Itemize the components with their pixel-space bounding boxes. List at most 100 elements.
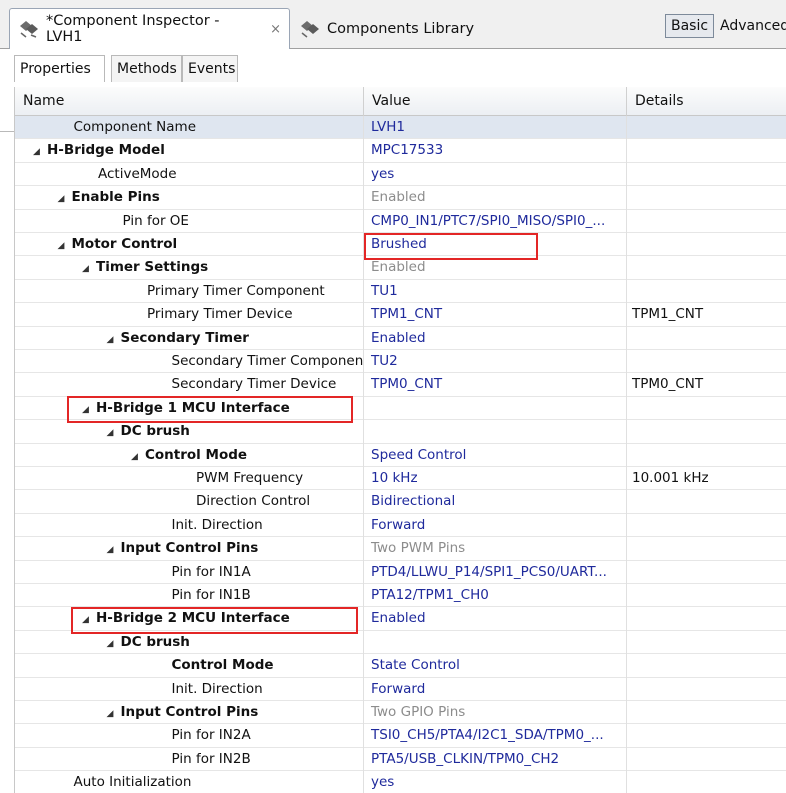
property-value-cell[interactable]: PTD4/LLWU_P14/SPI1_PCS0/UART... bbox=[364, 560, 627, 584]
property-row[interactable]: ◢ Control Mode Speed Control bbox=[15, 443, 786, 467]
property-row[interactable]: Secondary Timer Component TU2 bbox=[15, 350, 786, 374]
tab-methods[interactable]: Methods bbox=[111, 55, 182, 82]
expand-triangle-icon[interactable]: ◢ bbox=[107, 633, 121, 654]
expand-triangle-icon[interactable]: ◢ bbox=[33, 141, 47, 162]
inspector-subtabs: Properties Methods Events bbox=[0, 49, 786, 132]
property-name-label: Secondary Timer Device bbox=[171, 376, 337, 393]
property-row[interactable]: ◢ H-Bridge 1 MCU Interface bbox=[15, 396, 786, 421]
property-name-label: Direction Control bbox=[196, 493, 311, 510]
property-value-cell[interactable]: PTA5/USB_CLKIN/TPM0_CH2 bbox=[364, 747, 627, 772]
property-details-cell bbox=[627, 537, 786, 560]
property-row[interactable]: ◢ Input Control Pins Two PWM Pins bbox=[15, 537, 786, 561]
property-value-cell[interactable]: TPM0_CNT bbox=[364, 373, 627, 397]
property-name-cell: Init. Direction bbox=[15, 677, 364, 701]
expand-triangle-icon[interactable]: ◢ bbox=[58, 188, 72, 209]
property-value-cell[interactable]: TU2 bbox=[364, 350, 627, 374]
property-value-cell[interactable]: Two PWM Pins bbox=[364, 537, 627, 561]
property-row[interactable]: Pin for IN1B PTA12/TPM1_CH0 bbox=[15, 584, 786, 608]
expand-triangle-icon[interactable]: ◢ bbox=[131, 446, 145, 467]
property-row[interactable]: Pin for IN2B PTA5/USB_CLKIN/TPM0_CH2 bbox=[15, 747, 786, 772]
property-value-cell[interactable]: PTA12/TPM1_CH0 bbox=[364, 584, 627, 608]
property-value-cell[interactable]: Enabled bbox=[364, 256, 627, 280]
property-row[interactable]: Auto Initialization yes bbox=[15, 771, 786, 793]
expand-triangle-icon[interactable]: ◢ bbox=[107, 329, 121, 350]
property-details-cell bbox=[627, 678, 786, 701]
property-row[interactable]: Secondary Timer Device TPM0_CNT TPM0_CNT bbox=[15, 373, 786, 397]
expand-triangle-icon[interactable]: ◢ bbox=[58, 235, 72, 256]
property-row[interactable]: ◢ DC brush bbox=[15, 420, 786, 444]
advanced-mode-button[interactable]: Advanced bbox=[715, 14, 786, 38]
property-value-cell[interactable]: LVH1 bbox=[364, 116, 627, 140]
property-value-cell[interactable]: yes bbox=[364, 771, 627, 793]
basic-mode-button[interactable]: Basic bbox=[665, 14, 715, 38]
property-row[interactable]: Init. Direction Forward bbox=[15, 677, 786, 701]
expand-triangle-icon[interactable]: ◢ bbox=[82, 258, 96, 279]
property-row[interactable]: ◢ Secondary Timer Enabled bbox=[15, 326, 786, 350]
property-row[interactable]: ◢ Enable Pins Enabled bbox=[15, 186, 786, 210]
property-row[interactable]: Control Mode State Control bbox=[15, 654, 786, 678]
close-icon[interactable]: × bbox=[270, 22, 281, 37]
property-value-cell[interactable]: Enabled bbox=[364, 186, 627, 210]
property-row[interactable]: Pin for OE CMP0_IN1/PTC7/SPI0_MISO/SPI0_.… bbox=[15, 209, 786, 233]
property-row[interactable]: ◢ DC brush bbox=[15, 630, 786, 655]
property-value-cell[interactable]: Enabled bbox=[364, 607, 627, 631]
property-value-cell[interactable]: TSI0_CH5/PTA4/I2C1_SDA/TPM0_... bbox=[364, 724, 627, 748]
expand-triangle-icon[interactable]: ◢ bbox=[107, 539, 121, 560]
property-row[interactable]: PWM Frequency 10 kHz 10.001 kHz bbox=[15, 467, 786, 491]
column-header-value[interactable]: Value bbox=[364, 87, 627, 116]
property-details-cell bbox=[627, 631, 786, 654]
property-row[interactable]: ◢ H-Bridge Model MPC17533 bbox=[15, 139, 786, 163]
property-value-cell[interactable]: 10 kHz bbox=[364, 467, 627, 491]
tab-properties[interactable]: Properties bbox=[14, 55, 105, 82]
property-row[interactable]: Init. Direction Forward bbox=[15, 513, 786, 538]
tab-component-inspector[interactable]: *Component Inspector - LVH1 × bbox=[9, 8, 290, 49]
tab-components-library[interactable]: Components Library bbox=[291, 8, 491, 49]
property-name-label: Pin for IN2B bbox=[171, 750, 251, 767]
column-header-name[interactable]: Name bbox=[15, 87, 364, 116]
property-row[interactable]: Pin for IN2A TSI0_CH5/PTA4/I2C1_SDA/TPM0_… bbox=[15, 724, 786, 748]
property-value-cell[interactable]: Enabled bbox=[364, 326, 627, 350]
property-row[interactable]: ◢ Input Control Pins Two GPIO Pins bbox=[15, 701, 786, 725]
property-value-cell[interactable] bbox=[364, 420, 627, 444]
property-value-cell[interactable]: Bidirectional bbox=[364, 490, 627, 514]
property-value-cell[interactable]: TU1 bbox=[364, 279, 627, 304]
property-row[interactable]: Pin for IN1A PTD4/LLWU_P14/SPI1_PCS0/UART… bbox=[15, 560, 786, 584]
expand-triangle-icon[interactable]: ◢ bbox=[107, 422, 121, 443]
property-value-cell[interactable]: CMP0_IN1/PTC7/SPI0_MISO/SPI0_... bbox=[364, 209, 627, 233]
property-value-cell[interactable]: State Control bbox=[364, 654, 627, 678]
property-value-cell[interactable]: Two GPIO Pins bbox=[364, 701, 627, 725]
expand-triangle-icon[interactable]: ◢ bbox=[107, 703, 121, 724]
property-value-cell[interactable]: MPC17533 bbox=[364, 139, 627, 163]
property-value-cell[interactable]: Brushed bbox=[364, 233, 627, 257]
property-row[interactable]: ActiveMode yes bbox=[15, 162, 786, 187]
property-row[interactable]: ◢ Motor Control Brushed bbox=[15, 233, 786, 257]
property-grid: Name Value Details Component Name LVH1 ◢ H-… bbox=[14, 87, 786, 793]
property-name-cell: Pin for IN2A bbox=[15, 724, 364, 748]
column-header-details[interactable]: Details bbox=[627, 87, 786, 116]
property-value-cell[interactable]: Forward bbox=[364, 677, 627, 701]
property-details-cell bbox=[627, 350, 786, 373]
property-row[interactable]: Direction Control Bidirectional bbox=[15, 490, 786, 514]
property-value-cell[interactable]: yes bbox=[364, 162, 627, 187]
property-row[interactable]: ◢ H-Bridge 2 MCU Interface Enabled bbox=[15, 607, 786, 631]
property-details-cell: TPM0_CNT bbox=[632, 376, 704, 393]
property-value-cell[interactable] bbox=[364, 396, 627, 421]
property-value-cell[interactable]: Forward bbox=[364, 513, 627, 538]
property-name-cell: Pin for OE bbox=[15, 209, 364, 233]
property-name-label: Init. Direction bbox=[171, 516, 263, 533]
property-name-cell: ◢ H-Bridge 2 MCU Interface bbox=[15, 607, 364, 631]
expand-triangle-icon[interactable]: ◢ bbox=[82, 399, 96, 420]
property-value-cell[interactable]: TPM1_CNT bbox=[364, 303, 627, 327]
property-row[interactable]: ◢ Timer Settings Enabled bbox=[15, 256, 786, 280]
property-row[interactable]: Component Name LVH1 bbox=[15, 116, 786, 140]
property-details-cell bbox=[627, 514, 786, 537]
property-value-cell[interactable]: Speed Control bbox=[364, 443, 627, 467]
property-name-cell: Pin for IN1B bbox=[15, 584, 364, 608]
tab-events[interactable]: Events bbox=[182, 55, 238, 82]
property-value-cell[interactable] bbox=[364, 630, 627, 655]
property-name-cell: ◢ DC brush bbox=[15, 630, 364, 655]
property-details-cell bbox=[627, 444, 786, 467]
property-row[interactable]: Primary Timer Component TU1 bbox=[15, 279, 786, 304]
property-row[interactable]: Primary Timer Device TPM1_CNT TPM1_CNT bbox=[15, 303, 786, 327]
expand-triangle-icon[interactable]: ◢ bbox=[82, 609, 96, 630]
